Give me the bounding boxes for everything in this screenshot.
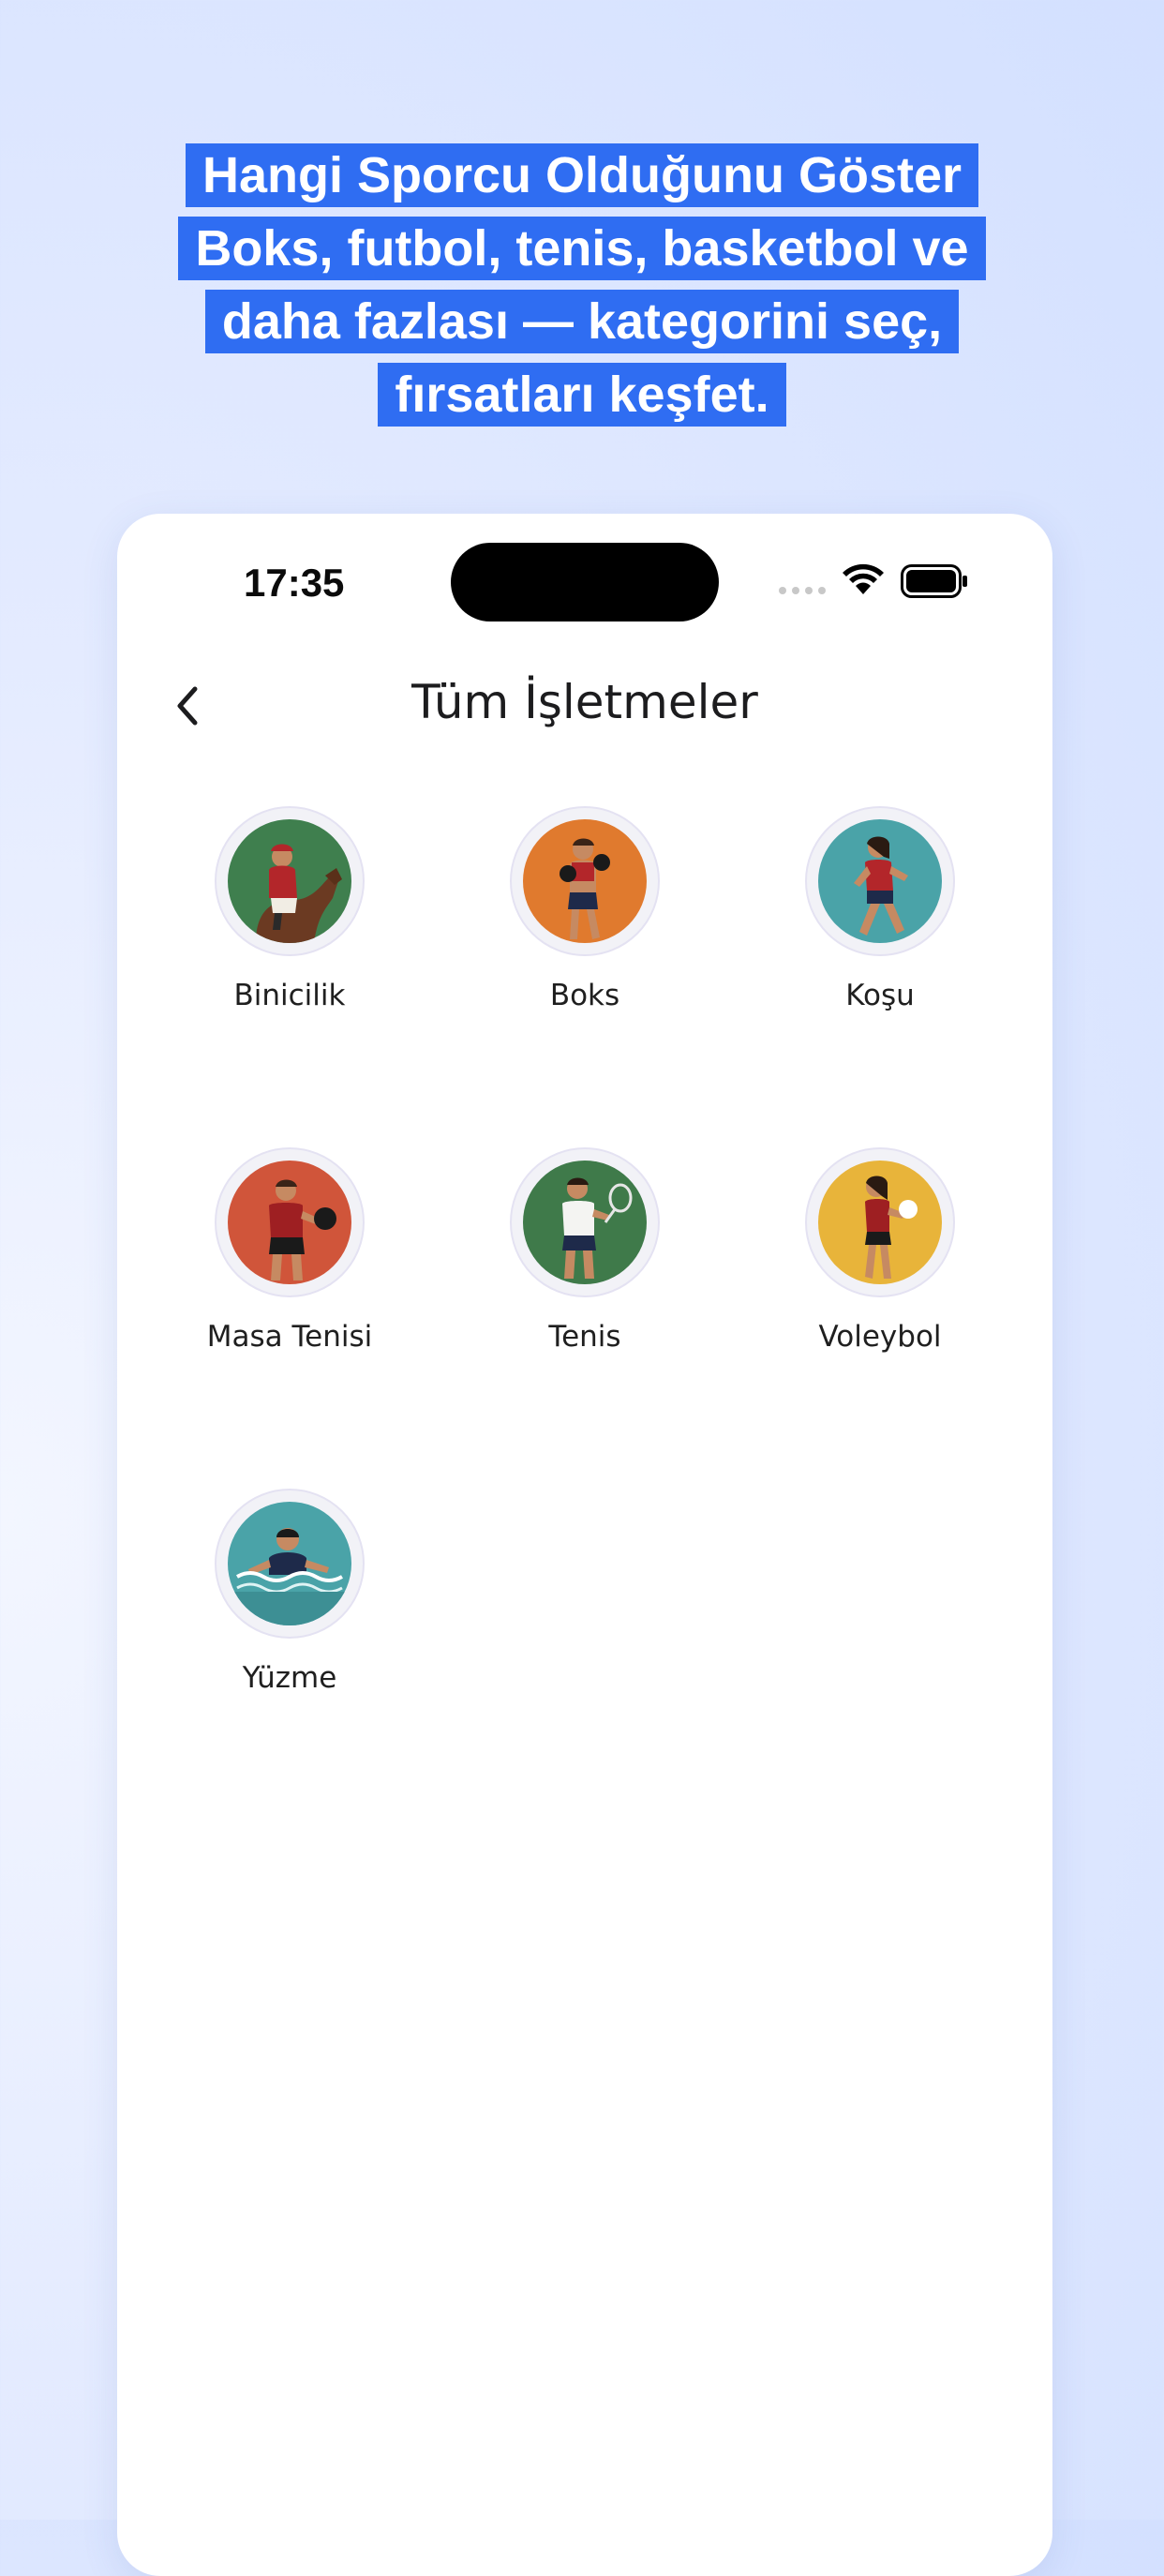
category-tile-tenis[interactable]: Tenis — [444, 1147, 725, 1354]
promo-headline: Hangi Sporcu Olduğunu Göster Boks, futbo… — [0, 139, 1164, 431]
cellular-dots-icon — [779, 587, 826, 594]
promo-line-3: daha fazlası — kategorini seç, — [204, 290, 960, 353]
wifi-icon — [843, 563, 884, 594]
status-time: 17:35 — [244, 561, 345, 605]
category-avatar — [215, 1147, 365, 1297]
volleyball-player-icon — [818, 1161, 942, 1284]
category-avatar — [215, 806, 365, 956]
promo-line-1: Hangi Sporcu Olduğunu Göster — [186, 143, 978, 207]
category-avatar — [510, 1147, 660, 1297]
horse-rider-icon — [228, 819, 351, 943]
category-label: Yüzme — [242, 1661, 337, 1695]
boxer-icon — [523, 819, 647, 943]
category-avatar — [215, 1489, 365, 1639]
category-avatar — [510, 806, 660, 956]
category-tile-voleybol[interactable]: Voleybol — [739, 1147, 1021, 1354]
promo-line-2: Boks, futbol, tenis, basketbol ve — [178, 217, 986, 280]
category-label: Boks — [549, 979, 620, 1012]
category-avatar — [805, 806, 955, 956]
tennis-player-icon — [523, 1161, 647, 1284]
dynamic-island — [451, 543, 719, 622]
category-tile-masa-tenisi[interactable]: Masa Tenisi — [149, 1147, 430, 1354]
battery-icon — [901, 564, 967, 598]
category-tile-kosu[interactable]: Koşu — [739, 806, 1021, 1012]
category-label: Binicilik — [233, 979, 346, 1012]
runner-icon — [818, 819, 942, 943]
category-tile-yuzme[interactable]: Yüzme — [149, 1489, 430, 1695]
swimmer-icon — [228, 1502, 351, 1625]
phone-screen: 17:35 Tüm İşletmeler Binicilik Boks Koşu… — [117, 514, 1052, 2576]
category-label: Tenis — [548, 1320, 621, 1354]
category-label: Voleybol — [818, 1320, 942, 1354]
promo-line-4: fırsatları keşfet. — [378, 363, 786, 427]
category-label: Koşu — [845, 979, 915, 1012]
page-title: Tüm İşletmeler — [411, 675, 758, 729]
category-avatar — [805, 1147, 955, 1297]
category-label: Masa Tenisi — [206, 1320, 373, 1354]
category-tile-binicilik[interactable]: Binicilik — [149, 806, 430, 1012]
category-tile-boks[interactable]: Boks — [444, 806, 725, 1012]
table-tennis-player-icon — [228, 1161, 351, 1284]
